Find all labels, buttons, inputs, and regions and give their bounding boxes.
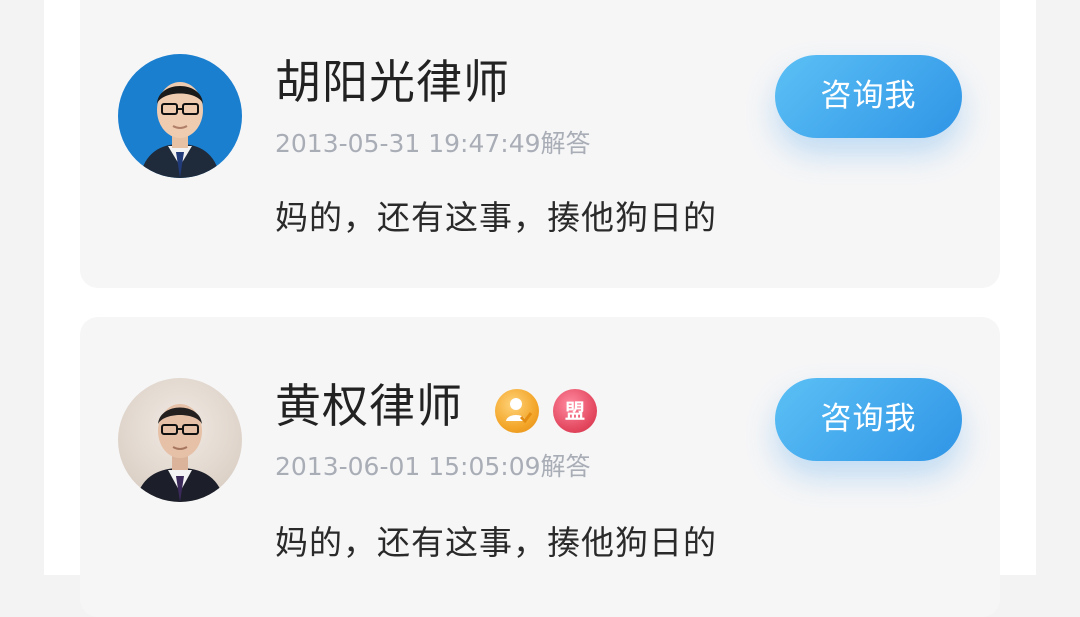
consult-button[interactable]: 咨询我 xyxy=(775,55,962,138)
lawyer-photo xyxy=(136,404,224,502)
lawyer-name[interactable]: 黄权律师 xyxy=(275,378,463,434)
answer-time: 2013-05-31 19:47:49解答 xyxy=(275,129,591,158)
person-check-icon xyxy=(506,398,533,424)
answer-time: 2013-06-01 15:05:09解答 xyxy=(275,452,591,481)
verified-lawyer-icon xyxy=(495,389,539,433)
avatar[interactable] xyxy=(118,378,242,502)
lawyer-name[interactable]: 胡阳光律师 xyxy=(275,54,510,110)
lawyer-photo xyxy=(140,82,220,178)
avatar[interactable] xyxy=(118,54,242,178)
alliance-badge: 盟 xyxy=(553,389,597,433)
consult-button[interactable]: 咨询我 xyxy=(775,378,962,461)
answer-content: 妈的，还有这事，揍他狗日的 xyxy=(275,198,717,237)
answer-content: 妈的，还有这事，揍他狗日的 xyxy=(275,523,717,562)
